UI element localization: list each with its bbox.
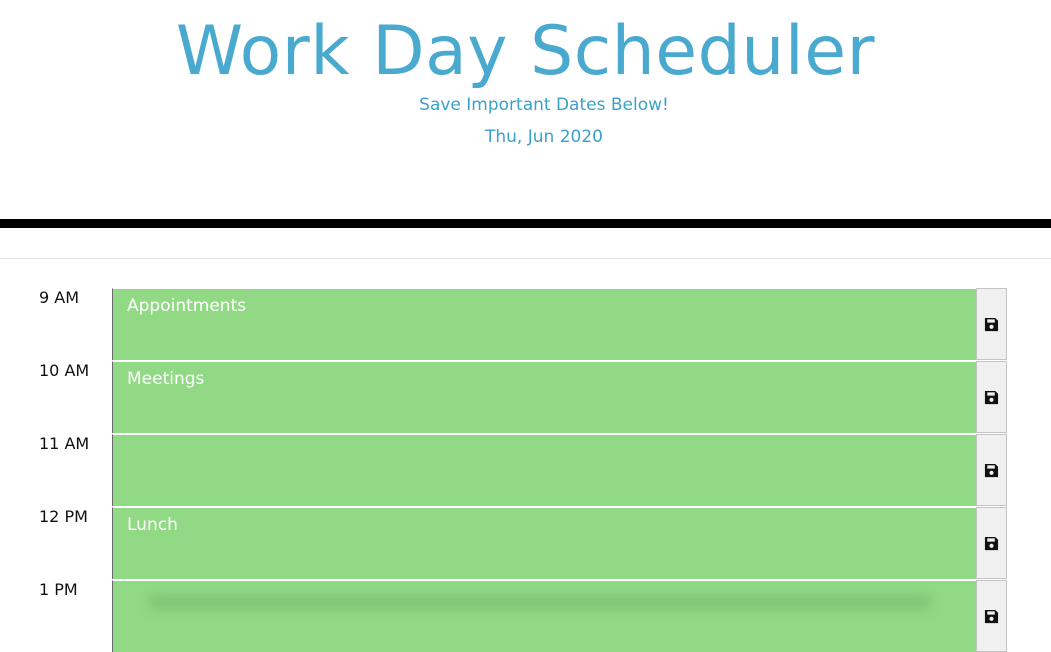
- event-description-field[interactable]: [112, 580, 976, 652]
- save-button[interactable]: [976, 434, 1007, 506]
- hour-label: 11 AM: [39, 434, 90, 453]
- event-description-field[interactable]: Lunch: [112, 507, 976, 579]
- hour-label: 9 AM: [39, 288, 80, 307]
- header-divider: [0, 219, 1051, 228]
- floppy-disk-icon: [984, 390, 999, 405]
- floppy-disk-icon: [984, 463, 999, 478]
- save-button[interactable]: [976, 507, 1007, 579]
- focus-shadow: [150, 596, 930, 608]
- event-description-field[interactable]: Meetings: [112, 361, 976, 433]
- floppy-disk-icon: [984, 317, 999, 332]
- hour-label: 10 AM: [39, 361, 90, 380]
- hour-label: 12 PM: [39, 507, 88, 526]
- timeblock-row: 9 AM Appointments: [0, 288, 1051, 360]
- save-button[interactable]: [976, 580, 1007, 652]
- timeblock-row: 12 PM Lunch: [0, 507, 1051, 579]
- timeblock-row: 11 AM: [0, 434, 1051, 506]
- section-divider: [0, 258, 1051, 259]
- event-description-field[interactable]: [112, 434, 976, 506]
- hour-label: 1 PM: [39, 580, 78, 599]
- save-button[interactable]: [976, 361, 1007, 433]
- current-date: Thu, Jun 2020: [485, 127, 603, 147]
- floppy-disk-icon: [984, 536, 999, 551]
- floppy-disk-icon: [984, 609, 999, 624]
- save-button[interactable]: [976, 288, 1007, 360]
- header: Work Day Scheduler Save Important Dates …: [0, 0, 1051, 219]
- event-description-field[interactable]: Appointments: [112, 288, 976, 360]
- page-title: Work Day Scheduler: [175, 12, 876, 91]
- timeblock-row: 10 AM Meetings: [0, 361, 1051, 433]
- timeblock-row: 1 PM: [0, 580, 1051, 652]
- page-subtitle: Save Important Dates Below!: [419, 95, 669, 115]
